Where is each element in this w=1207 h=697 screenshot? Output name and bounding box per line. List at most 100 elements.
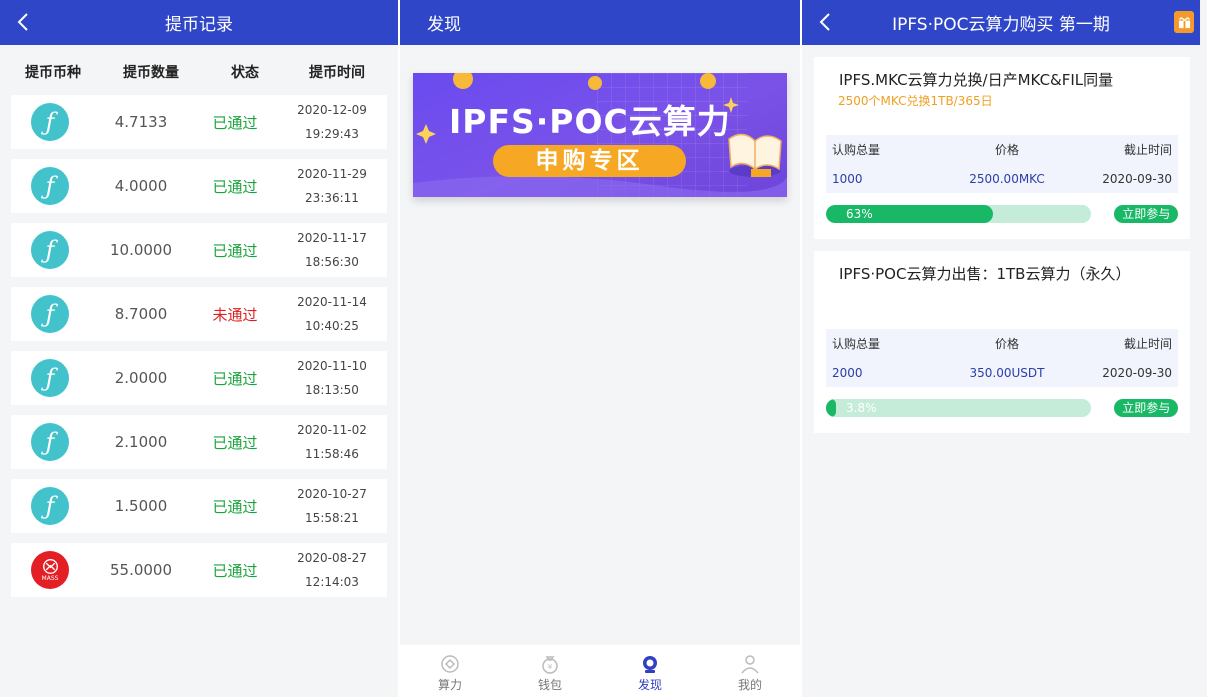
table-row[interactable]: ƒ 2.1000 已通过 2020-11-02 11:58:46: [11, 415, 387, 469]
table-header: 提币币种 提币数量 状态 提币时间: [0, 45, 398, 95]
price-header: 价格: [994, 337, 1019, 351]
progress-label: 3.8%: [846, 401, 877, 415]
date-text: 2020-11-02: [297, 423, 367, 437]
deadline-header: 截止时间: [1123, 143, 1172, 157]
book-icon: [728, 133, 782, 177]
table-row[interactable]: MASS 55.0000 已通过 2020-08-27 12:14:03: [11, 543, 387, 597]
time-text: 11:58:46: [305, 447, 359, 461]
gift-button[interactable]: [1174, 11, 1194, 33]
tab-label: 我的: [737, 678, 762, 692]
bottom-tab-bar: 算力 ¥ 钱包 发现 我的: [400, 645, 800, 697]
coin-cell: ƒ: [11, 167, 89, 205]
table-row[interactable]: ƒ 8.7000 未通过 2020-11-14 10:40:25: [11, 287, 387, 341]
coin-cell: ƒ: [11, 295, 89, 333]
status-cell: 已通过: [212, 113, 258, 132]
tab-discover[interactable]: 发现: [600, 645, 700, 697]
deadline-value: 2020-09-30: [1102, 365, 1172, 380]
total-value: 1000: [832, 171, 863, 186]
status-cell: 已通过: [212, 369, 258, 388]
chevron-left-icon: [819, 13, 830, 31]
tab-compute[interactable]: 算力: [400, 645, 500, 697]
coin-cell: ƒ: [11, 231, 89, 269]
filecoin-icon: ƒ: [31, 423, 69, 461]
column-header-status: 状态: [231, 65, 259, 81]
svg-text:¥: ¥: [548, 663, 553, 671]
table-row[interactable]: ƒ 2.0000 已通过 2020-11-10 18:13:50: [11, 351, 387, 405]
gift-icon: [1178, 16, 1190, 28]
deadline-header: 截止时间: [1123, 337, 1172, 351]
time-cell: 2020-11-10 18:13:50: [277, 354, 387, 402]
amount-cell: 4.0000: [114, 177, 168, 195]
status-cell: 已通过: [212, 433, 258, 452]
time-text: 19:29:43: [305, 127, 359, 141]
page-title: IPFS·POC云算力购买 第一期: [892, 15, 1110, 35]
time-text: 18:13:50: [305, 383, 359, 397]
purchase-header: IPFS·POC云算力购买 第一期: [802, 0, 1200, 45]
wallet-icon: ¥: [542, 656, 558, 674]
date-text: 2020-12-09: [297, 103, 367, 117]
progress-bar: 63%: [826, 205, 1092, 223]
table-row[interactable]: ƒ 4.7133 已通过 2020-12-09 19:29:43: [11, 95, 387, 149]
progress-fill: [826, 399, 837, 417]
table-row[interactable]: ƒ 10.0000 已通过 2020-11-17 18:56:30: [11, 223, 387, 277]
filecoin-icon: ƒ: [31, 167, 69, 205]
time-cell: 2020-12-09 19:29:43: [277, 98, 387, 146]
total-value: 2000: [832, 365, 863, 380]
progress-bar: 3.8%: [826, 399, 1092, 417]
page-title: 发现: [427, 15, 461, 35]
filecoin-icon: ƒ: [31, 231, 69, 269]
column-header-amount: 提币数量: [123, 65, 179, 81]
price-value: 2500.00MKC: [969, 171, 1045, 186]
join-button[interactable]: 立即参与: [1114, 399, 1178, 417]
coin-cell: ƒ: [11, 103, 89, 141]
back-button[interactable]: [814, 10, 836, 34]
purchase-screen: IPFS·POC云算力购买 第一期 IPFS.MKC云算力兑换/日产MKC&FI…: [802, 0, 1200, 697]
tab-profile[interactable]: 我的: [700, 645, 800, 697]
time-cell: 2020-11-14 10:40:25: [277, 290, 387, 338]
compute-icon: [441, 655, 459, 673]
date-text: 2020-11-17: [297, 231, 367, 245]
back-button[interactable]: [12, 10, 34, 34]
discover-header: 发现: [400, 0, 800, 45]
withdraw-header: 提币记录: [0, 0, 398, 45]
product-card: IPFS·POC云算力出售：1TB云算力（永久） 认购总量 价格 截止时间 20…: [814, 251, 1190, 433]
tab-wallet[interactable]: ¥ 钱包: [500, 645, 600, 697]
time-text: 15:58:21: [305, 511, 359, 525]
profile-icon: [741, 655, 759, 674]
banner-title: IPFS·POC云算力: [449, 102, 731, 141]
column-header-time: 提币时间: [309, 65, 365, 81]
product-subtitle: 2500个MKC兑换1TB/365日: [838, 94, 993, 108]
status-cell: 已通过: [212, 241, 258, 260]
subscription-banner[interactable]: IPFS·POC云算力 申购专区: [413, 73, 787, 197]
tab-label: 算力: [437, 678, 462, 692]
mass-coin-icon: MASS: [31, 551, 69, 589]
product-info-table: 认购总量 价格 截止时间 2000 350.00USDT 2020-09-30: [826, 329, 1178, 387]
time-text: 10:40:25: [305, 319, 359, 333]
date-text: 2020-10-27: [297, 487, 367, 501]
page-title: 提币记录: [165, 15, 233, 35]
product-info-table: 认购总量 价格 截止时间 1000 2500.00MKC 2020-09-30: [826, 135, 1178, 193]
time-cell: 2020-11-17 18:56:30: [277, 226, 387, 274]
date-text: 2020-11-14: [297, 295, 367, 309]
date-text: 2020-08-27: [297, 551, 367, 565]
amount-cell: 1.5000: [114, 497, 168, 515]
product-title: IPFS·POC云算力出售：1TB云算力（永久）: [839, 265, 1131, 283]
amount-cell: 8.7000: [114, 305, 168, 323]
filecoin-icon: ƒ: [31, 487, 69, 525]
time-text: 12:14:03: [305, 575, 359, 589]
table-row[interactable]: ƒ 4.0000 已通过 2020-11-29 23:36:11: [11, 159, 387, 213]
date-text: 2020-11-29: [297, 167, 367, 181]
banner-subscribe-button[interactable]: 申购专区: [493, 145, 686, 177]
table-row[interactable]: ƒ 1.5000 已通过 2020-10-27 15:58:21: [11, 479, 387, 533]
coin-cell: ƒ: [11, 487, 89, 525]
status-cell: 未通过: [212, 305, 258, 324]
column-header-coin: 提币币种: [25, 65, 81, 81]
progress-row: 63% 立即参与: [826, 204, 1178, 224]
progress-label: 63%: [846, 207, 873, 221]
total-header: 认购总量: [832, 337, 881, 351]
chevron-left-icon: [17, 13, 28, 31]
amount-cell: 55.0000: [109, 561, 173, 579]
total-header: 认购总量: [832, 143, 881, 157]
price-header: 价格: [994, 143, 1019, 157]
join-button[interactable]: 立即参与: [1114, 205, 1178, 223]
